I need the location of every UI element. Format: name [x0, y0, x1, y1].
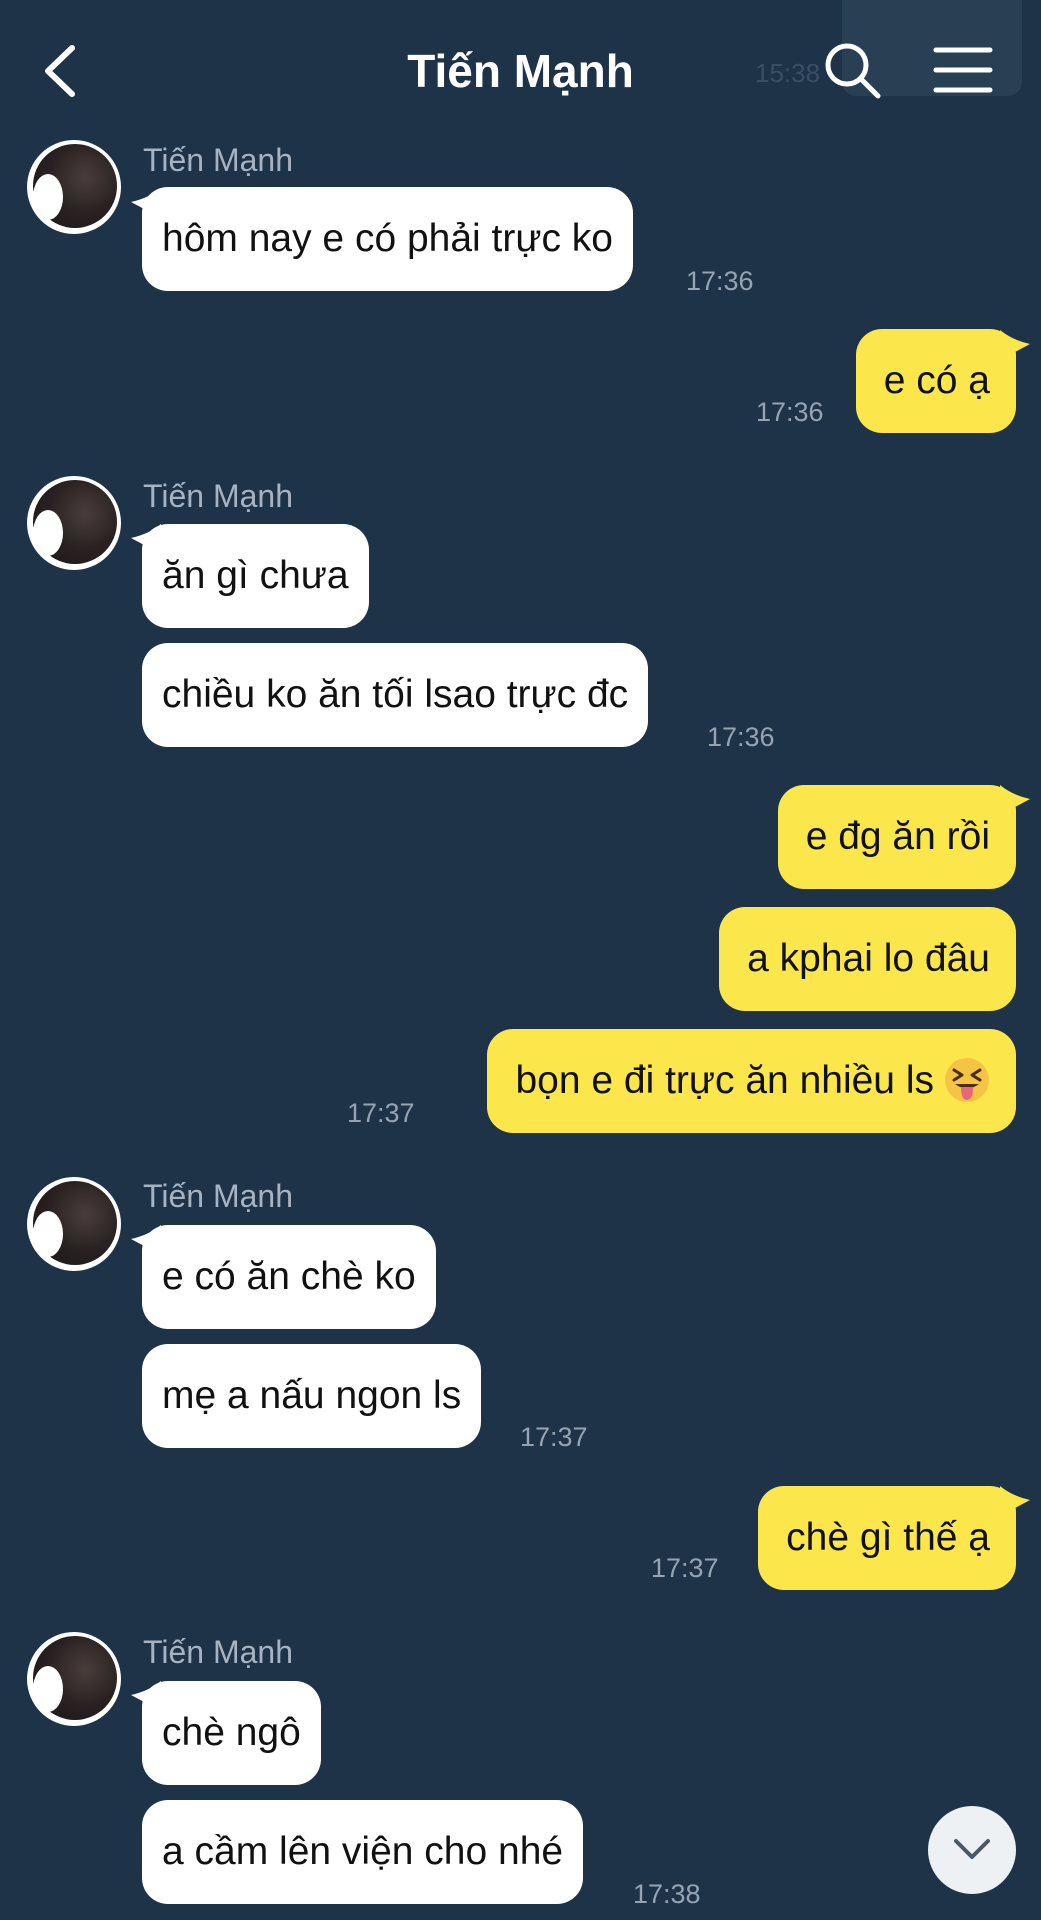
message-time: 17:36 [756, 397, 824, 427]
message-text: bọn e đi trực ăn nhiều ls [515, 1059, 934, 1102]
avatar[interactable] [27, 476, 121, 570]
search-icon [825, 43, 881, 99]
message-bubble-incoming[interactable]: chiều ko ăn tối lsao trực đc [142, 643, 649, 747]
chat-title: Tiến Mạnh [407, 45, 634, 97]
message-bubble-outgoing[interactable]: e đg ăn rồi [777, 785, 1016, 889]
scroll-to-bottom-button[interactable] [928, 1806, 1016, 1894]
message-bubble-outgoing[interactable]: a kphai lo đâu [719, 907, 1016, 1011]
hamburger-menu-icon [933, 47, 993, 93]
message-time: 17:36 [686, 266, 754, 296]
message-time: 17:36 [707, 722, 775, 752]
message-time: 17:37 [651, 1553, 719, 1583]
avatar[interactable] [27, 140, 121, 234]
message-bubble-incoming[interactable]: chè ngô [142, 1681, 321, 1785]
message-bubble-incoming[interactable]: ăn gì chưa [142, 524, 369, 628]
avatar[interactable] [27, 1632, 121, 1726]
sender-name: Tiến Mạnh [143, 478, 293, 514]
sender-name: Tiến Mạnh [143, 1178, 293, 1214]
search-button[interactable] [822, 40, 884, 102]
message-bubble-incoming[interactable]: mẹ a nấu ngon ls [142, 1344, 482, 1448]
squinting-face-with-tongue-icon [945, 1057, 989, 1102]
message-time: 17:37 [347, 1098, 415, 1128]
menu-button[interactable] [932, 44, 994, 96]
chat-header: 15:38 Tiến Mạnh [0, 0, 1041, 140]
message-bubble-outgoing[interactable]: bọn e đi trực ăn nhiều ls [487, 1029, 1016, 1133]
message-bubble-incoming[interactable]: a cầm lên viện cho nhé [142, 1800, 584, 1904]
message-bubble-incoming[interactable]: hôm nay e có phải trực ko [142, 187, 633, 291]
chevron-down-icon [954, 1839, 990, 1859]
message-time: 17:37 [520, 1422, 588, 1452]
message-bubble-incoming[interactable]: e có ăn chè ko [142, 1225, 436, 1329]
message-bubble-outgoing[interactable]: e có ạ [855, 329, 1016, 433]
sender-name: Tiến Mạnh [143, 142, 293, 178]
avatar[interactable] [27, 1177, 121, 1271]
message-time: 17:38 [633, 1879, 701, 1909]
sender-name: Tiến Mạnh [143, 1634, 293, 1670]
message-bubble-outgoing[interactable]: chè gì thế ạ [758, 1486, 1016, 1590]
